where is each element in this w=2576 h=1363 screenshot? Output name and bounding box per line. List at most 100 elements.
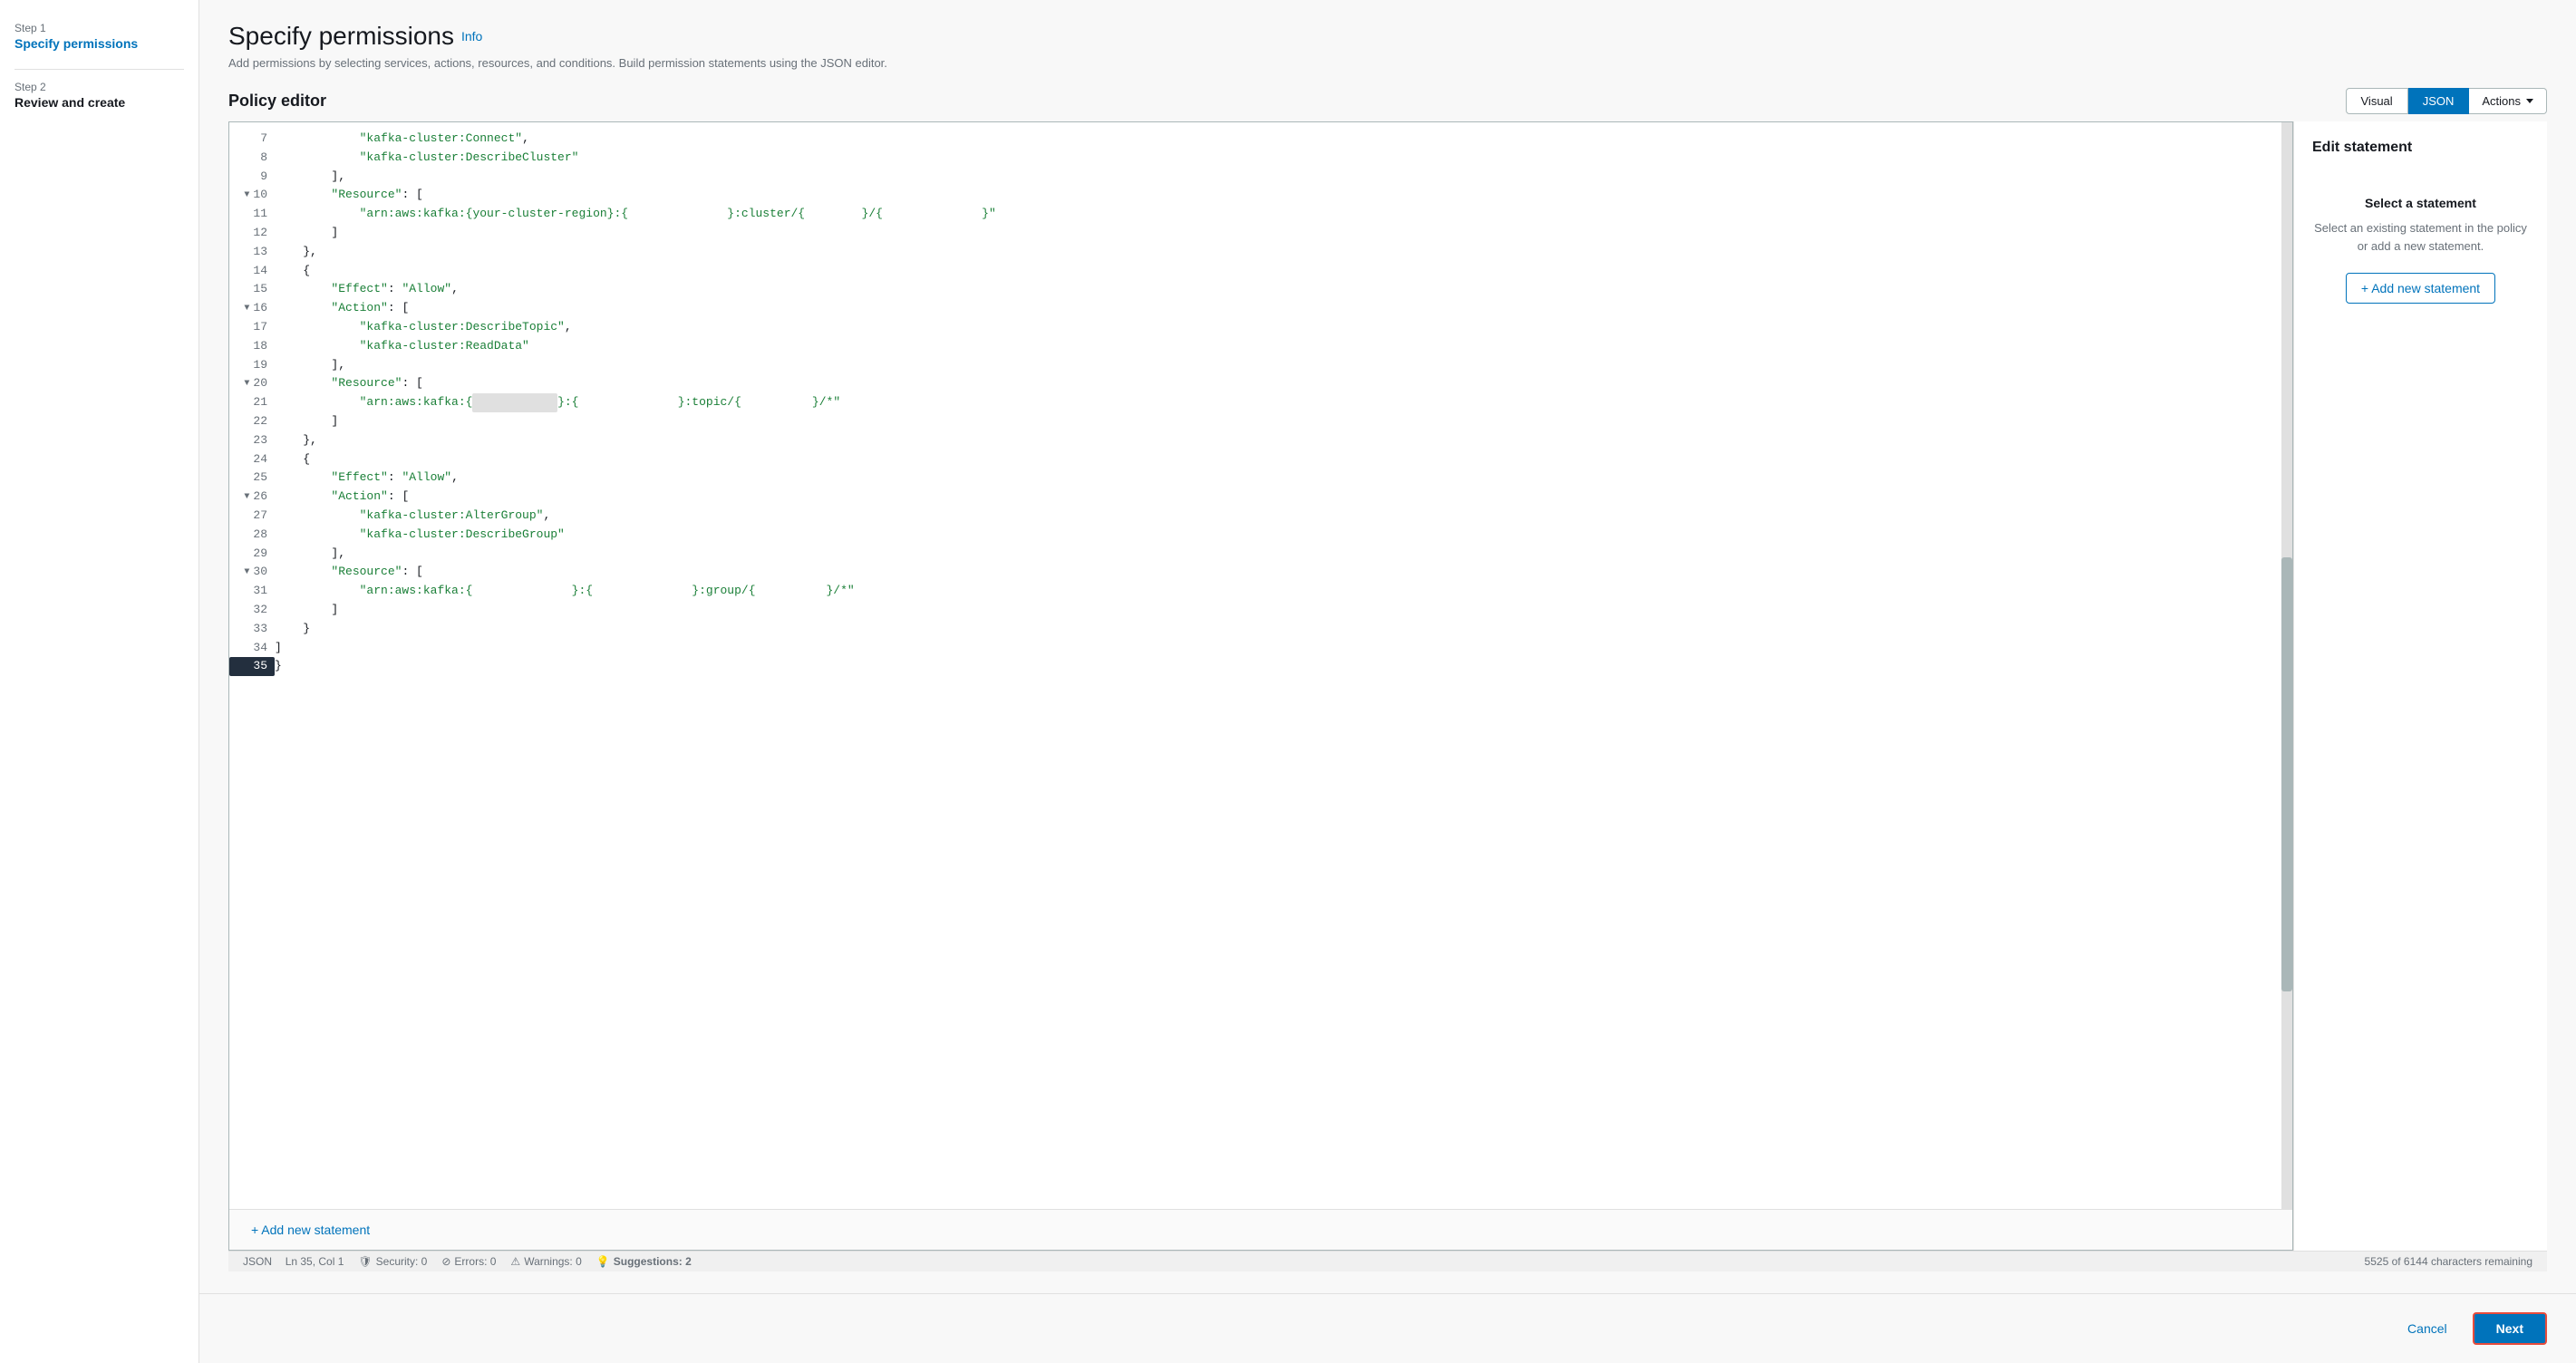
- code-line: }: [275, 620, 2267, 639]
- line-number: ▼16: [229, 299, 275, 318]
- code-line: {: [275, 262, 2267, 281]
- page-subtitle: Add permissions by selecting services, a…: [228, 56, 2547, 70]
- add-new-statement-panel-button[interactable]: + Add new statement: [2346, 273, 2495, 304]
- line-number: 7: [229, 130, 275, 149]
- policy-editor-section: Policy editor Visual JSON Actions: [228, 88, 2547, 1271]
- collapse-arrow-icon[interactable]: ▼: [244, 377, 249, 392]
- editor-scrollbar[interactable]: [2281, 122, 2292, 1209]
- select-statement-desc: Select an existing statement in the poli…: [2312, 219, 2529, 255]
- status-format: JSON Ln 35, Col 1: [243, 1255, 344, 1268]
- code-line: "Effect": "Allow",: [275, 280, 2267, 299]
- code-line: "Effect": "Allow",: [275, 469, 2267, 488]
- line-number: 19: [229, 356, 275, 375]
- right-panel-title: Edit statement: [2312, 140, 2529, 156]
- code-line: "kafka-cluster:DescribeCluster": [275, 149, 2267, 168]
- line-number: 35: [229, 657, 275, 676]
- line-number: 22: [229, 412, 275, 431]
- status-right: 5525 of 6144 characters remaining: [2365, 1255, 2532, 1268]
- code-line: "kafka-cluster:ReadData": [275, 337, 2267, 356]
- status-warnings: ⚠ Warnings: 0: [510, 1255, 581, 1268]
- policy-editor-title: Policy editor: [228, 92, 326, 111]
- code-content[interactable]: 789▼101112131415▼16171819▼202122232425▼2…: [229, 122, 2292, 1209]
- line-number: ▼10: [229, 186, 275, 205]
- tab-visual[interactable]: Visual: [2346, 88, 2408, 114]
- line-number: 34: [229, 639, 275, 658]
- code-line: "kafka-cluster:Connect",: [275, 130, 2267, 149]
- line-number: 15: [229, 280, 275, 299]
- code-line: "Action": [: [275, 299, 2267, 318]
- format-label: JSON: [243, 1255, 272, 1268]
- code-line: "Resource": [: [275, 186, 2267, 205]
- code-line: "kafka-cluster:DescribeTopic",: [275, 318, 2267, 337]
- tab-json[interactable]: JSON: [2408, 88, 2470, 114]
- collapse-arrow-icon[interactable]: ▼: [244, 302, 249, 316]
- step1-title: Specify permissions: [15, 36, 184, 51]
- line-number: 27: [229, 507, 275, 526]
- code-line: "kafka-cluster:DescribeGroup": [275, 526, 2267, 545]
- policy-editor-header: Policy editor Visual JSON Actions: [228, 88, 2547, 114]
- line-number: 32: [229, 601, 275, 620]
- collapse-arrow-icon[interactable]: ▼: [244, 188, 249, 203]
- code-line: "Resource": [: [275, 563, 2267, 582]
- footer: Cancel Next: [199, 1293, 2576, 1363]
- line-number: 23: [229, 431, 275, 450]
- shield-icon: 🛡: [358, 1255, 372, 1268]
- line-number: 33: [229, 620, 275, 639]
- step2-title: Review and create: [15, 95, 184, 110]
- line-number: 9: [229, 168, 275, 187]
- add-statement-bar: + Add new statement: [229, 1209, 2292, 1250]
- select-statement-label: Select a statement: [2312, 196, 2529, 210]
- code-line: "Action": [: [275, 488, 2267, 507]
- code-line: ],: [275, 356, 2267, 375]
- right-panel: Edit statement Select a statement Select…: [2293, 121, 2547, 1251]
- status-left: JSON Ln 35, Col 1 🛡 Security: 0 ⊘ Errors…: [243, 1255, 692, 1268]
- code-line: ]: [275, 224, 2267, 243]
- code-line: ]: [275, 412, 2267, 431]
- code-line: ],: [275, 545, 2267, 564]
- line-number: 24: [229, 450, 275, 469]
- status-errors: ⊘ Errors: 0: [441, 1255, 496, 1268]
- warning-icon: ⚠: [510, 1255, 520, 1268]
- actions-label: Actions: [2482, 94, 2521, 108]
- collapse-arrow-icon[interactable]: ▼: [244, 566, 249, 580]
- select-statement-section: Select a statement Select an existing st…: [2312, 178, 2529, 322]
- status-position: Ln 35, Col 1: [286, 1255, 344, 1268]
- line-number: 14: [229, 262, 275, 281]
- step1-label: Step 1: [15, 22, 184, 34]
- code-editor-container[interactable]: 789▼101112131415▼16171819▼202122232425▼2…: [228, 121, 2293, 1251]
- editor-controls: Visual JSON Actions: [2346, 88, 2548, 114]
- code-line: ]: [275, 601, 2267, 620]
- line-number: ▼30: [229, 563, 275, 582]
- line-number: 28: [229, 526, 275, 545]
- bulb-icon: 💡: [596, 1255, 610, 1268]
- chars-remaining: 5525 of 6144 characters remaining: [2365, 1255, 2532, 1268]
- add-statement-button[interactable]: + Add new statement: [244, 1219, 377, 1241]
- code-line: "arn:aws:kafka:{ }:{ }:group/{ }/*": [275, 582, 2267, 601]
- info-link[interactable]: Info: [461, 29, 482, 44]
- step2-label: Step 2: [15, 81, 184, 93]
- cancel-button[interactable]: Cancel: [2393, 1314, 2462, 1343]
- line-number: 18: [229, 337, 275, 356]
- line-number: ▼20: [229, 374, 275, 393]
- tab-actions[interactable]: Actions: [2469, 88, 2547, 114]
- code-line: "Resource": [: [275, 374, 2267, 393]
- line-number: 8: [229, 149, 275, 168]
- collapse-arrow-icon[interactable]: ▼: [244, 490, 249, 505]
- line-numbers: 789▼101112131415▼16171819▼202122232425▼2…: [229, 122, 275, 1209]
- code-line: ]: [275, 639, 2267, 658]
- next-button[interactable]: Next: [2473, 1312, 2547, 1345]
- page-title: Specify permissions: [228, 22, 454, 51]
- scrollbar-thumb[interactable]: [2281, 557, 2292, 992]
- line-number: 17: [229, 318, 275, 337]
- sidebar-step-2: Step 2 Review and create: [15, 81, 184, 110]
- sidebar: Step 1 Specify permissions Step 2 Review…: [0, 0, 199, 1363]
- code-line: ],: [275, 168, 2267, 187]
- code-lines: "kafka-cluster:Connect", "kafka-cluster:…: [275, 122, 2281, 1209]
- status-suggestions: 💡 Suggestions: 2: [596, 1255, 692, 1268]
- error-icon: ⊘: [441, 1255, 450, 1268]
- code-line: },: [275, 243, 2267, 262]
- line-number: ▼26: [229, 488, 275, 507]
- line-number: 29: [229, 545, 275, 564]
- line-number: 12: [229, 224, 275, 243]
- editor-main-area: 789▼101112131415▼16171819▼202122232425▼2…: [228, 121, 2547, 1251]
